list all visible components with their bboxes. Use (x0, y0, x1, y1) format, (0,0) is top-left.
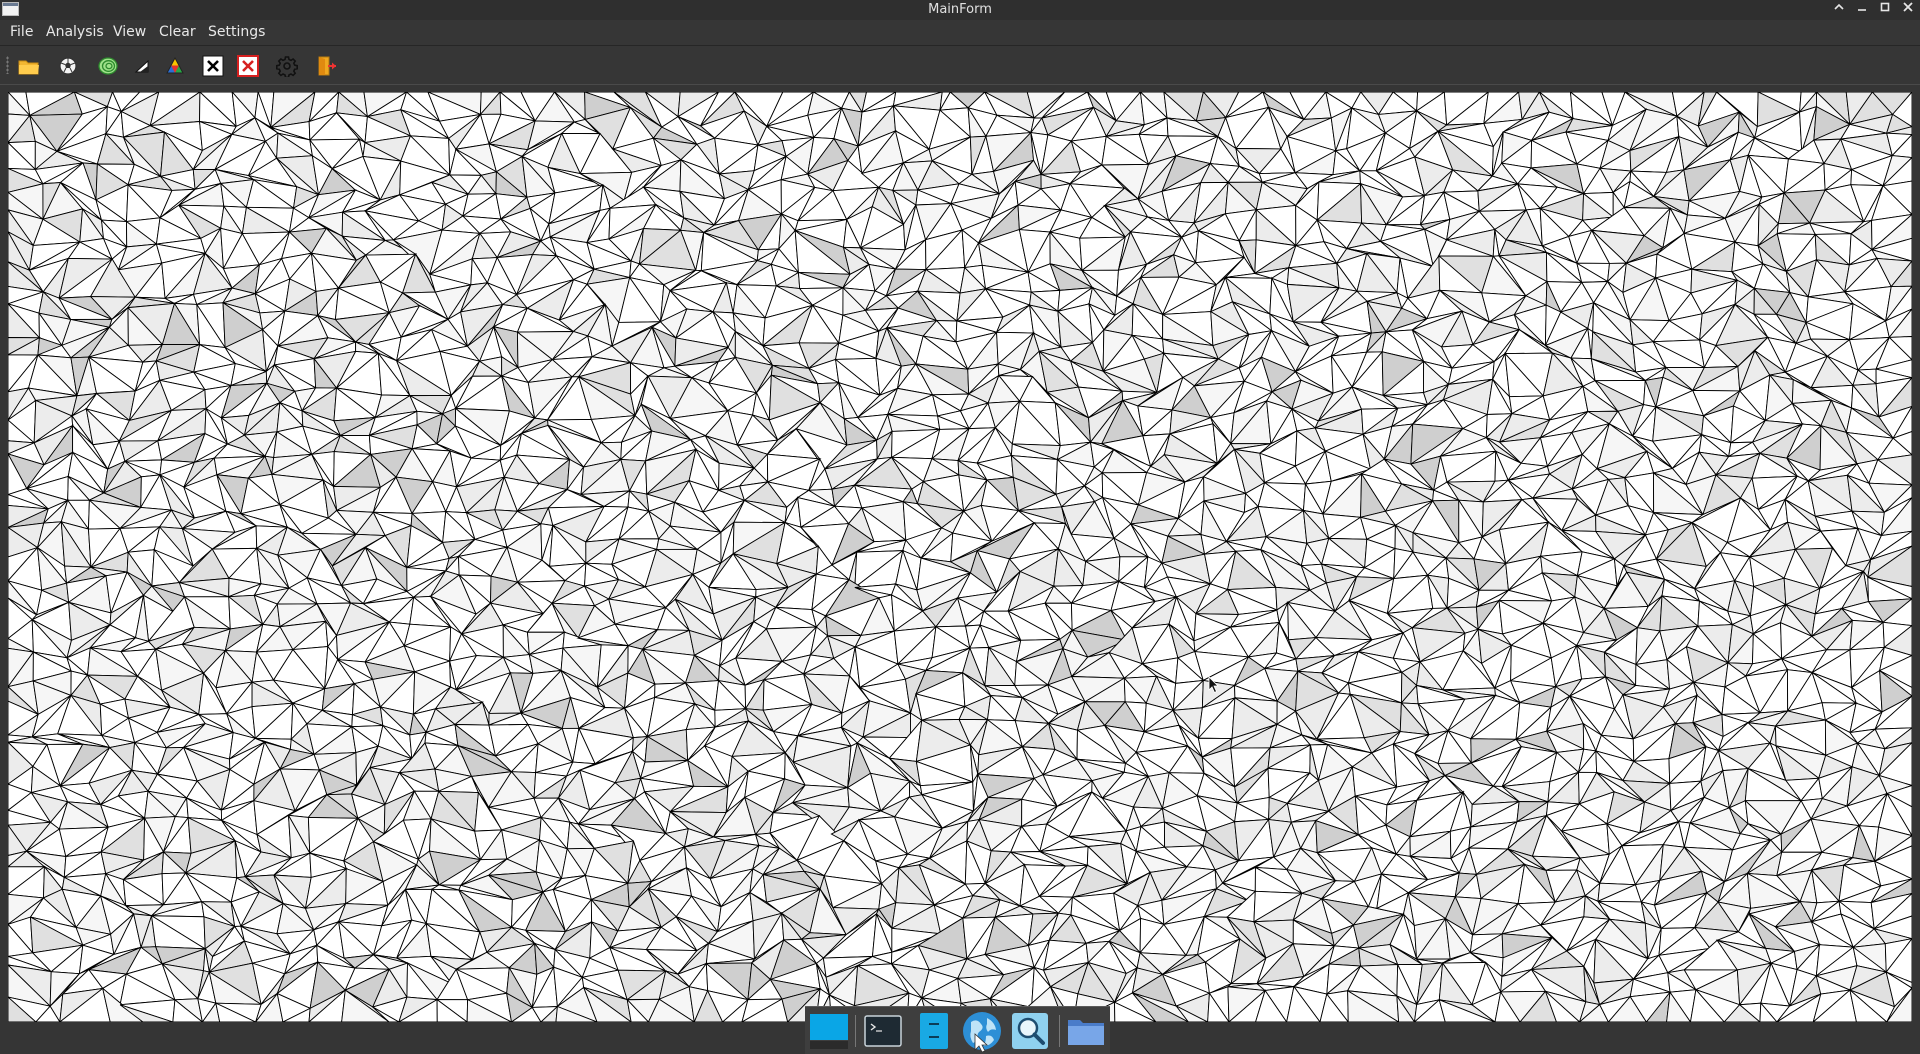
menu-settings[interactable]: Settings (208, 24, 265, 40)
taskbar-separator (1059, 1015, 1060, 1047)
soccer-ball-button[interactable] (54, 52, 82, 80)
search-magnifier-icon (1012, 1013, 1048, 1049)
minimize-button[interactable] (1852, 1, 1872, 19)
contour-rings-icon (98, 57, 118, 75)
mesh-canvas[interactable] (8, 92, 1912, 1022)
triangulation-mesh-view (8, 92, 1912, 1022)
mouse-pointer-icon (1208, 676, 1219, 694)
clear-all-button[interactable] (234, 52, 262, 80)
clear-button[interactable] (199, 52, 227, 80)
web-browser-globe-icon (963, 1012, 1001, 1052)
taskbar-web-browser[interactable] (960, 1011, 1004, 1052)
exit-button[interactable] (313, 52, 341, 80)
window-title: MainForm (928, 2, 992, 17)
maximize-button[interactable] (1875, 1, 1895, 19)
taskbar-terminal[interactable] (861, 1011, 905, 1051)
minimize-icon (1858, 9, 1866, 11)
window-shade-button[interactable] (1829, 1, 1849, 19)
taskbar (805, 1006, 1110, 1054)
menu-file[interactable]: File (10, 24, 33, 40)
show-desktop-icon (810, 1014, 848, 1049)
terminal-icon (864, 1015, 902, 1047)
title-bar: MainForm (0, 0, 1920, 20)
maximize-icon (1880, 2, 1890, 12)
toolbar (0, 46, 1920, 84)
taskbar-show-desktop[interactable] (807, 1011, 851, 1051)
menu-bar: File Analysis View Clear Settings (0, 20, 1920, 45)
contour-button[interactable] (94, 52, 122, 80)
taskbar-panel[interactable] (912, 1011, 956, 1051)
menu-analysis[interactable]: Analysis (46, 24, 104, 40)
clear-red-box-icon (237, 55, 259, 77)
open-file-button[interactable] (15, 52, 43, 80)
triangle-icon (134, 59, 149, 73)
soccer-ball-icon (59, 57, 77, 75)
taskbar-files[interactable] (1064, 1011, 1108, 1051)
folder-icon (1068, 1020, 1104, 1045)
menu-clear[interactable]: Clear (159, 24, 196, 40)
toolbar-separator (0, 84, 1920, 85)
exit-door-icon (318, 56, 336, 76)
file-manager-panel-icon (920, 1013, 948, 1049)
triangulate-button[interactable] (128, 52, 156, 80)
color-map-button[interactable] (161, 52, 189, 80)
close-button[interactable] (1898, 1, 1918, 19)
settings-button[interactable] (273, 52, 301, 80)
gear-icon (276, 56, 298, 77)
close-icon (1903, 2, 1913, 12)
color-triangle-icon (166, 56, 184, 74)
taskbar-separator (855, 1015, 856, 1047)
open-folder-icon (18, 60, 39, 75)
chevron-up-icon (1834, 3, 1844, 10)
clear-box-icon (202, 55, 224, 77)
menu-view[interactable]: View (113, 24, 146, 40)
taskbar-search[interactable] (1008, 1011, 1052, 1051)
toolbar-grip-handle[interactable] (6, 56, 9, 74)
